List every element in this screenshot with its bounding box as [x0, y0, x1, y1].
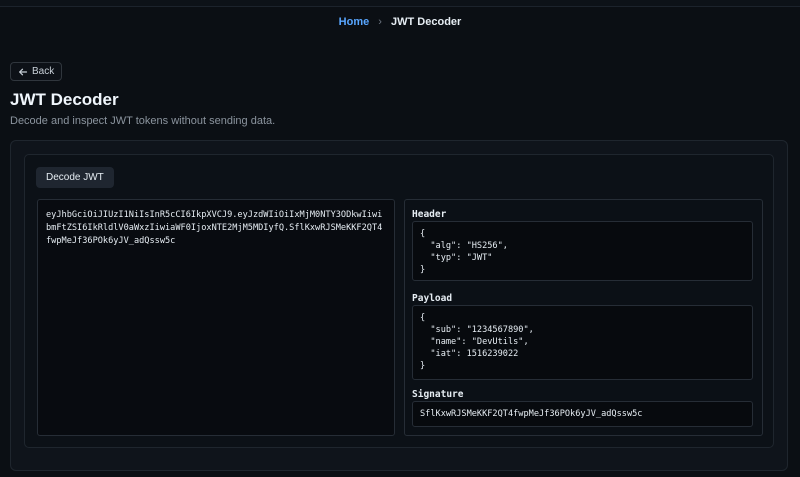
arrow-left-icon [19, 68, 28, 75]
page-subtitle: Decode and inspect JWT tokens without se… [10, 115, 276, 127]
payload-section-label: Payload [412, 293, 453, 304]
breadcrumb: Home › JWT Decoder [0, 16, 800, 28]
page-title: JWT Decoder [10, 90, 119, 109]
header-section-label: Header [412, 209, 447, 220]
breadcrumb-home-link[interactable]: Home [339, 16, 370, 28]
header-json-box: { "alg": "HS256", "typ": "JWT" } [412, 221, 753, 281]
jwt-token-input[interactable]: eyJhbGciOiJIUzI1NiIsInR5cCI6IkpXVCJ9.eyJ… [37, 199, 395, 436]
decoder-panel: Decode JWT eyJhbGciOiJIUzI1NiIsInR5cCI6I… [24, 154, 774, 448]
signature-value-box: SflKxwRJSMeKKF2QT4fwpMeJf36POk6yJV_adQss… [412, 401, 753, 427]
decoder-card: Decode JWT eyJhbGciOiJIUzI1NiIsInR5cCI6I… [10, 140, 788, 471]
top-bar [0, 0, 800, 7]
signature-section-label: Signature [412, 389, 464, 400]
breadcrumb-separator: › [378, 16, 382, 28]
tab-decode-jwt[interactable]: Decode JWT [36, 167, 114, 188]
decoded-output-panel: Header { "alg": "HS256", "typ": "JWT" } … [404, 199, 763, 436]
breadcrumb-current: JWT Decoder [391, 16, 462, 28]
payload-json-box: { "sub": "1234567890", "name": "DevUtils… [412, 305, 753, 380]
back-button[interactable]: Back [10, 62, 63, 81]
back-button-label: Back [32, 66, 55, 77]
